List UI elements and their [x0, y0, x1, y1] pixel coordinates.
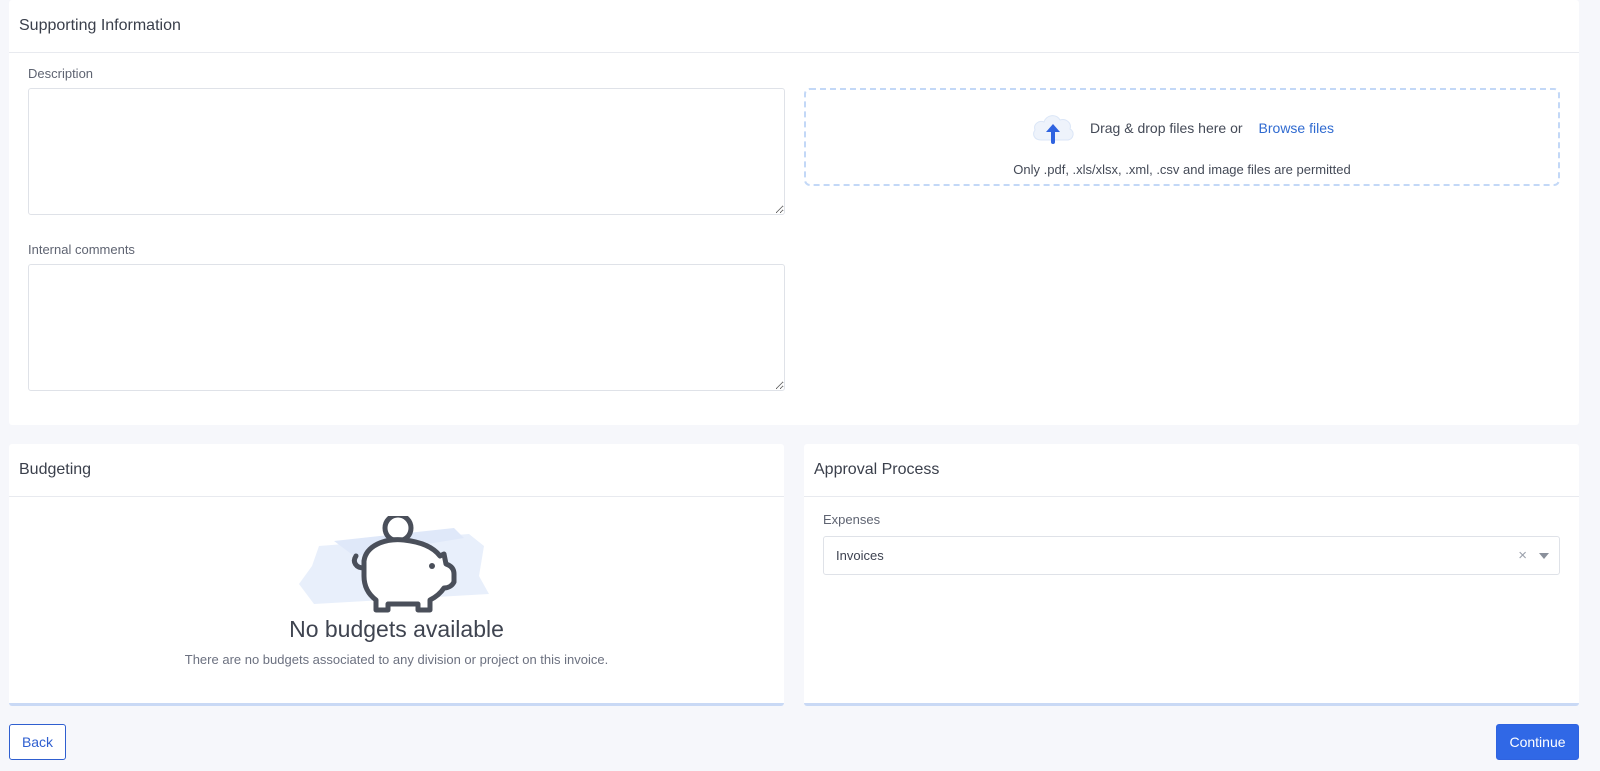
dropzone-text: Drag & drop files here or — [1090, 120, 1243, 136]
piggy-bank-icon — [299, 516, 489, 613]
expenses-select[interactable]: Invoices × — [823, 536, 1560, 575]
chevron-down-icon[interactable] — [1539, 553, 1549, 559]
browse-files-link[interactable]: Browse files — [1259, 120, 1334, 136]
approval-process-card: Approval Process Expenses Invoices × — [804, 444, 1579, 706]
file-dropzone[interactable]: Drag & drop files here or Browse files O… — [804, 88, 1560, 186]
expenses-label: Expenses — [823, 512, 881, 527]
approval-process-title: Approval Process — [804, 444, 1579, 497]
no-budgets-title: No budgets available — [289, 616, 504, 642]
supporting-information-title: Supporting Information — [9, 0, 1579, 53]
description-textarea[interactable] — [28, 88, 785, 215]
supporting-information-card: Supporting Information Description Inter… — [9, 0, 1579, 425]
expenses-selected-value: Invoices — [836, 548, 884, 563]
no-budgets-description: There are no budgets associated to any d… — [184, 652, 609, 667]
cloud-upload-icon — [1033, 115, 1074, 144]
budgeting-card: Budgeting No budgets available There are… — [9, 444, 784, 706]
dropzone-row: Drag & drop files here or Browse files — [806, 110, 1558, 146]
internal-comments-textarea[interactable] — [28, 264, 785, 391]
back-button[interactable]: Back — [9, 724, 66, 760]
continue-button[interactable]: Continue — [1496, 724, 1579, 760]
clear-selection-icon[interactable]: × — [1518, 547, 1527, 564]
internal-comments-label: Internal comments — [28, 242, 135, 257]
budgeting-title: Budgeting — [9, 444, 784, 497]
dropzone-permitted-note: Only .pdf, .xls/xlsx, .xml, .csv and ima… — [1013, 162, 1351, 177]
description-label: Description — [28, 66, 94, 81]
